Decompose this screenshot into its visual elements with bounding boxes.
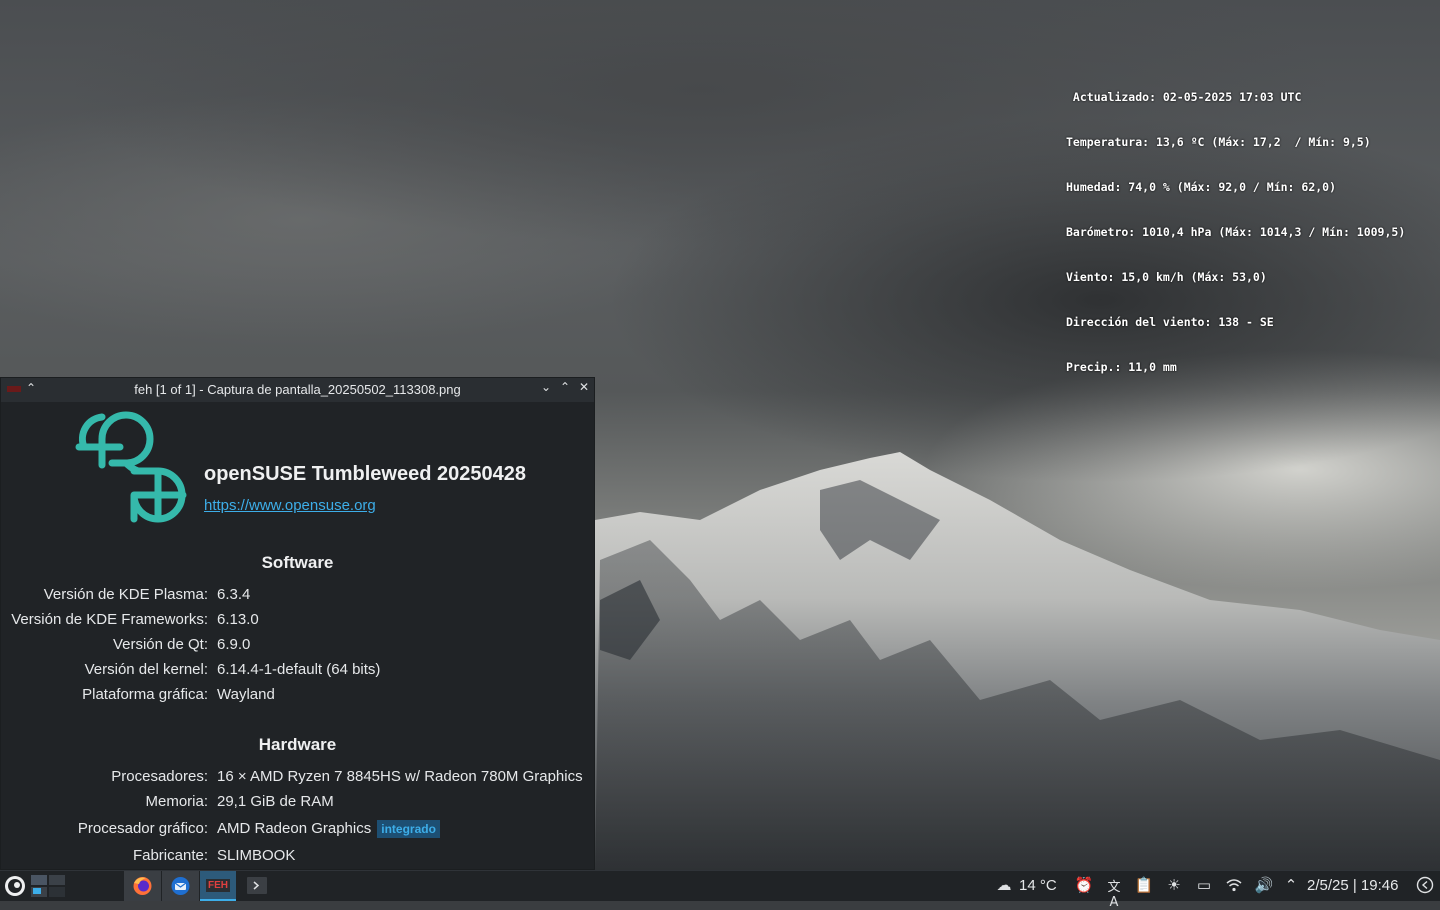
window-titlebar[interactable]: ⌃ feh [1 of 1] - Captura de pantalla_202… bbox=[1, 378, 594, 403]
distro-website-link[interactable]: https://www.opensuse.org bbox=[204, 497, 376, 514]
info-row: Versión de Qt: 6.9.0 bbox=[1, 636, 594, 656]
info-row: Versión de KDE Plasma: 6.3.4 bbox=[1, 586, 594, 606]
info-row: Versión de KDE Frameworks: 6.13.0 bbox=[1, 611, 594, 631]
volume-icon[interactable]: 🔊 bbox=[1254, 876, 1274, 894]
task-thunderbird[interactable] bbox=[162, 871, 199, 901]
translate-icon[interactable]: 文A bbox=[1104, 876, 1124, 910]
minimize-button[interactable]: ⌄ bbox=[538, 380, 554, 394]
digital-clock[interactable]: 2/5/25 | 19:46 bbox=[1307, 877, 1398, 894]
info-value: 6.14.4-1-default (64 bits) bbox=[217, 661, 381, 678]
info-value: Wayland bbox=[217, 686, 275, 703]
info-label: Fabricante: bbox=[132, 847, 208, 864]
image-view: openSUSE Tumbleweed 20250428 https://www… bbox=[1, 403, 594, 869]
distro-name: openSUSE Tumbleweed 20250428 bbox=[204, 463, 526, 485]
info-label: Versión de KDE Plasma: bbox=[43, 586, 208, 603]
info-label: Versión de Qt: bbox=[112, 636, 208, 653]
hardware-section-title: Hardware bbox=[258, 735, 337, 754]
info-row: Plataforma gráfica: Wayland bbox=[1, 686, 594, 706]
virtual-desktop-pager-icon bbox=[31, 875, 65, 897]
task-terminal[interactable] bbox=[245, 871, 269, 901]
opensuse-launcher-icon bbox=[5, 876, 25, 896]
weather-line: Actualizado: 02-05-2025 17:03 UTC bbox=[1066, 90, 1302, 104]
info-row: Fabricante: SLIMBOOK bbox=[1, 847, 594, 867]
info-label: Plataforma gráfica: bbox=[82, 686, 208, 703]
window-title: feh [1 of 1] - Captura de pantalla_20250… bbox=[134, 382, 461, 397]
notifications-glyph bbox=[1416, 876, 1434, 894]
close-button[interactable]: ✕ bbox=[576, 380, 592, 394]
task-feh[interactable]: FEH bbox=[200, 871, 236, 901]
alarm-clock-icon[interactable]: ⏰ bbox=[1074, 876, 1094, 894]
info-row: Versión del kernel: 6.14.4-1-default (64… bbox=[1, 661, 594, 681]
weather-temperature[interactable]: 14 °C bbox=[1019, 877, 1057, 894]
task-firefox[interactable] bbox=[124, 871, 161, 901]
notifications-icon[interactable] bbox=[1415, 876, 1435, 898]
info-value: SLIMBOOK bbox=[217, 847, 296, 864]
weather-line: Dirección del viento: 138 - SE bbox=[1066, 315, 1274, 329]
info-label: Procesadores: bbox=[111, 768, 208, 785]
thunderbird-icon bbox=[171, 877, 190, 895]
info-label: Versión de KDE Frameworks: bbox=[11, 611, 208, 628]
info-row: Procesador gráfico: AMD Radeon Graphics i… bbox=[1, 820, 594, 840]
info-value: 16 × AMD Ryzen 7 8845HS w/ Radeon 780M G… bbox=[217, 768, 583, 785]
weather-line: Barómetro: 1010,4 hPa (Máx: 1014,3 / Mín… bbox=[1066, 225, 1406, 239]
wifi-icon[interactable] bbox=[1224, 876, 1244, 898]
opensuse-logo-icon bbox=[75, 411, 187, 523]
firefox-icon bbox=[133, 877, 152, 895]
info-value: 6.9.0 bbox=[217, 636, 251, 653]
cloud-rain-icon[interactable]: ☁ bbox=[994, 876, 1014, 894]
terminal-icon bbox=[247, 877, 267, 894]
weather-line: Temperatura: 13,6 ºC (Máx: 17,2 / Mín: 9… bbox=[1066, 135, 1371, 149]
weather-line: Humedad: 74,0 % (Máx: 92,0 / Mín: 62,0) bbox=[1066, 180, 1337, 194]
weather-line: Viento: 15,0 km/h (Máx: 53,0) bbox=[1066, 270, 1267, 284]
feh-icon: FEH bbox=[206, 879, 230, 892]
display-icon[interactable]: ▭ bbox=[1194, 876, 1214, 894]
info-row: Memoria: 29,1 GiB de RAM bbox=[1, 793, 594, 813]
info-value: AMD Radeon Graphics integrado bbox=[217, 820, 440, 838]
taskbar: FEH ☁ 14 °C ⏰ 文A 📋 ☀ ▭ 🔊 ⌃ 2/5/25 | 19:4… bbox=[0, 870, 1440, 910]
gpu-name: AMD Radeon Graphics bbox=[217, 820, 372, 837]
info-label: Versión del kernel: bbox=[84, 661, 208, 678]
info-label: Memoria: bbox=[145, 793, 208, 810]
chevron-up-icon[interactable]: ⌃ bbox=[1281, 876, 1301, 894]
software-section-title: Software bbox=[261, 553, 334, 572]
brightness-icon[interactable]: ☀ bbox=[1164, 876, 1184, 894]
feh-window[interactable]: ⌃ feh [1 of 1] - Captura de pantalla_202… bbox=[0, 377, 595, 870]
info-label: Procesador gráfico: bbox=[77, 820, 208, 837]
virtual-desktop-pager[interactable] bbox=[30, 871, 66, 901]
info-row: Procesadores: 16 × AMD Ryzen 7 8845HS w/… bbox=[1, 768, 594, 788]
clipboard-icon[interactable]: 📋 bbox=[1134, 876, 1154, 894]
wifi-glyph bbox=[1226, 879, 1242, 892]
weather-widget: Actualizado: 02-05-2025 17:03 UTC Temper… bbox=[1066, 60, 1405, 390]
application-launcher[interactable] bbox=[3, 871, 27, 901]
info-value: 6.3.4 bbox=[217, 586, 251, 603]
info-value: 29,1 GiB de RAM bbox=[217, 793, 334, 810]
gpu-type-badge: integrado bbox=[377, 820, 440, 838]
maximize-button[interactable]: ⌃ bbox=[557, 380, 573, 394]
info-value: 6.13.0 bbox=[217, 611, 259, 628]
weather-line: Precip.: 11,0 mm bbox=[1066, 360, 1177, 374]
